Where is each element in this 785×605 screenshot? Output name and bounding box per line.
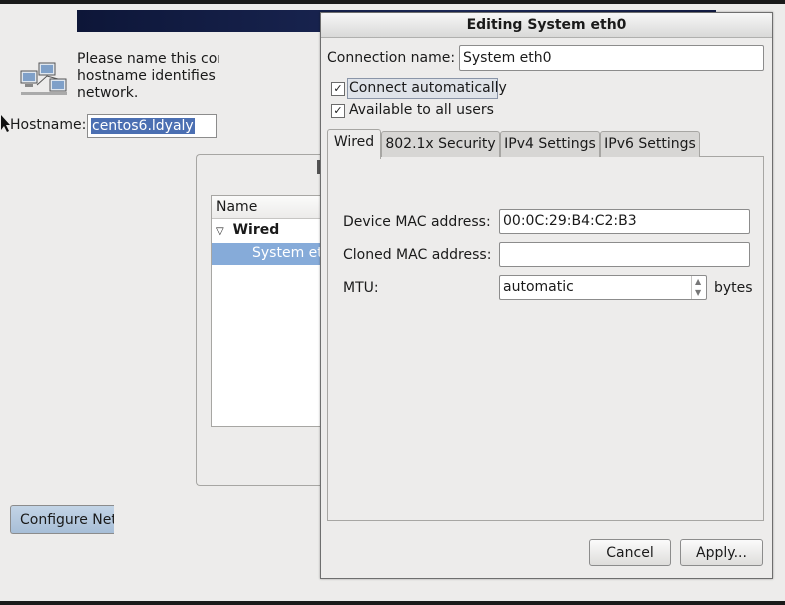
apply-label: Apply... (696, 545, 747, 561)
prompt-line: network. (77, 85, 139, 101)
network-computers-icon (20, 62, 67, 95)
connection-name-label: Connection name: (327, 50, 456, 66)
cancel-button[interactable]: Cancel (589, 539, 671, 566)
cloned-mac-label: Cloned MAC address: (343, 247, 492, 263)
edit-connection-dialog: Editing System eth0 Connection name: Sys… (320, 12, 773, 579)
tab-label: Wired (333, 134, 375, 150)
tab-label: 802.1x Security (385, 136, 496, 152)
mtu-spin-buttons: ▲ ▼ (691, 276, 706, 299)
hostname-label: Hostname: (10, 117, 87, 133)
list-item-system-eth0[interactable]: System et (212, 243, 327, 265)
mtu-unit-label: bytes (714, 280, 753, 296)
bottom-edge (0, 601, 785, 605)
dialog-title: Editing System eth0 (466, 17, 627, 33)
available-to-all-users-label[interactable]: Available to all users (349, 102, 494, 118)
mouse-pointer-icon (1, 115, 10, 132)
tab-label: IPv6 Settings (604, 136, 696, 152)
triangle-down-icon[interactable]: ▽ (216, 226, 224, 237)
list-group-wired[interactable]: ▽ Wired (216, 222, 279, 238)
connection-name-input[interactable]: System eth0 (459, 45, 764, 71)
wired-tab-panel: Device MAC address: 00:0C:29:B4:C2:B3 Cl… (327, 156, 764, 521)
hostname-prompt: Please name this com hostname identifies… (77, 51, 219, 103)
mtu-label: MTU: (343, 280, 379, 296)
mtu-spinbox[interactable]: automatic ▲ ▼ (499, 275, 707, 300)
connection-name-value: System eth0 (463, 50, 552, 66)
tab-label: IPv4 Settings (504, 136, 596, 152)
tab-8021x-security[interactable]: 802.1x Security (381, 131, 500, 157)
dialog-titlebar[interactable]: Editing System eth0 (321, 13, 772, 38)
configure-button-label: Configure Netv (20, 512, 114, 528)
tab-ipv4-settings[interactable]: IPv4 Settings (500, 131, 600, 157)
mtu-value: automatic (503, 279, 574, 295)
tab-wired[interactable]: Wired (327, 129, 381, 159)
list-column-header[interactable]: Name (212, 196, 327, 219)
available-to-all-users-checkbox[interactable]: ✓ (331, 104, 345, 118)
spin-up-icon[interactable]: ▲ (695, 277, 701, 286)
list-item-label: System et (252, 245, 323, 261)
hostname-input[interactable]: centos6.ldyaly (87, 114, 217, 138)
tab-ipv6-settings[interactable]: IPv6 Settings (600, 131, 700, 157)
column-name-label: Name (216, 199, 258, 215)
spin-down-icon[interactable]: ▼ (695, 288, 701, 297)
cancel-label: Cancel (606, 545, 654, 561)
top-edge (0, 0, 785, 4)
prompt-line: hostname identifies th (77, 68, 219, 84)
connect-automatically-label[interactable]: Connect automatically (349, 80, 507, 96)
prompt-line: Please name this com (77, 51, 219, 67)
device-mac-label: Device MAC address: (343, 214, 491, 230)
device-mac-input[interactable]: 00:0C:29:B4:C2:B3 (499, 209, 750, 234)
device-mac-value: 00:0C:29:B4:C2:B3 (503, 213, 637, 229)
hostname-value: centos6.ldyaly (91, 118, 195, 134)
group-label: Wired (232, 222, 280, 238)
apply-button[interactable]: Apply... (680, 539, 763, 566)
connections-list[interactable]: Name ▽ Wired System et (211, 195, 327, 427)
connect-automatically-checkbox[interactable]: ✓ (331, 82, 345, 96)
cloned-mac-input[interactable] (499, 242, 750, 267)
configure-network-button[interactable]: Configure Netv (10, 505, 114, 534)
